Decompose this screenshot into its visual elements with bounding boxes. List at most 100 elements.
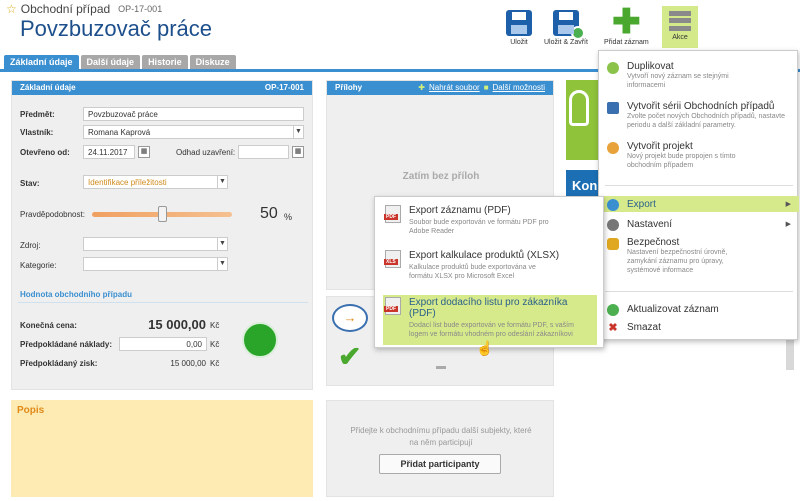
participants-panel: Přidejte k obchodnímu případu další subj… bbox=[326, 400, 554, 497]
dash bbox=[436, 366, 446, 369]
pdf-file-icon: PDF bbox=[384, 205, 401, 223]
cost-field[interactable]: 0,00 bbox=[119, 337, 207, 351]
page-title: Povzbuzovač práce bbox=[20, 16, 212, 41]
notes-panel[interactable]: Popis bbox=[11, 400, 313, 497]
project-icon bbox=[607, 142, 619, 154]
actions-button[interactable]: Akce bbox=[662, 6, 698, 48]
lightbulb-icon bbox=[569, 90, 589, 126]
menu-item-create-project[interactable]: Vytvořit projekt Nový projekt bude propoj… bbox=[599, 137, 770, 174]
owner-select[interactable]: Romana Kaprová ▼ bbox=[83, 125, 304, 139]
basic-info-header: Základní údaje OP-17-001 bbox=[12, 81, 312, 95]
notes-heading: Popis bbox=[17, 405, 45, 416]
tab-bar: Základní údaje Další údaje Historie Disk… bbox=[4, 55, 236, 69]
lock-icon bbox=[607, 238, 619, 250]
chevron-down-icon[interactable]: ▼ bbox=[293, 126, 303, 138]
refresh-icon bbox=[607, 303, 619, 316]
add-record-button[interactable]: ✚ Přidat záznam bbox=[604, 3, 649, 46]
menu-item-refresh[interactable]: Aktualizovat záznam bbox=[599, 301, 799, 317]
empty-attachments-text: Zatím bez příloh bbox=[402, 171, 480, 182]
probability-label: Pravděpodobnost: bbox=[20, 210, 85, 219]
currency-label: Kč bbox=[210, 359, 220, 368]
save-close-button[interactable]: Uložit & Zavřít bbox=[544, 10, 588, 46]
subject-label: Předmět: bbox=[20, 110, 55, 119]
close-estimate-label: Odhad uzavření: bbox=[176, 148, 236, 157]
star-icon[interactable]: ☆ bbox=[6, 2, 17, 16]
close-estimate-field[interactable] bbox=[238, 145, 289, 159]
subject-field[interactable]: Povzbuzovač práce bbox=[83, 107, 304, 121]
profit-pie-chart bbox=[242, 322, 278, 358]
hand-cursor-icon: ☝ bbox=[476, 340, 494, 356]
opened-label: Otevřeno od: bbox=[20, 148, 70, 157]
entity-type: Obchodní případ bbox=[20, 2, 111, 16]
clock-arrow-icon[interactable]: → bbox=[332, 304, 368, 332]
tab-discussion[interactable]: Diskuze bbox=[189, 55, 236, 69]
chevron-down-icon[interactable]: ▼ bbox=[217, 238, 227, 250]
chevron-right-icon: ▶ bbox=[785, 201, 791, 208]
export-submenu: PDF Export záznamu (PDF) Soubor bude expo… bbox=[374, 196, 604, 348]
menu-item-security[interactable]: Bezpečnost Nastavení bezpečnostní úrovně,… bbox=[599, 233, 765, 279]
state-select[interactable]: Identifikace příležitosti ▼ bbox=[83, 175, 228, 189]
participants-text: Přidejte k obchodnímu případu další subj… bbox=[350, 426, 532, 447]
probability-value: 50 bbox=[260, 205, 278, 222]
calendar-icon[interactable]: ▦ bbox=[292, 146, 304, 158]
export-record-pdf[interactable]: PDF Export záznamu (PDF) Soubor bude expo… bbox=[384, 205, 549, 236]
price-label: Konečná cena: bbox=[20, 321, 77, 330]
value-heading: Hodnota obchodního případu bbox=[20, 290, 132, 299]
floppy-icon bbox=[506, 10, 532, 36]
save-button[interactable]: Uložit bbox=[506, 10, 532, 46]
currency-label: Kč bbox=[210, 321, 220, 330]
divider bbox=[605, 291, 793, 292]
upload-link[interactable]: Nahrát soubor bbox=[429, 81, 480, 95]
profit-label: Předpokládaný zisk: bbox=[20, 359, 98, 368]
export-icon bbox=[607, 198, 619, 211]
menu-item-create-series[interactable]: Vytvořit sérii Obchodních případů Zvolte … bbox=[599, 97, 795, 134]
entity-breadcrumb: ☆ Obchodní případ OP-17-001 bbox=[6, 2, 162, 16]
export-delivery-note-pdf[interactable]: PDF Export dodacího listu pro zákazníka … bbox=[383, 295, 597, 345]
category-label: Kategorie: bbox=[20, 261, 57, 270]
checkmark-icon[interactable]: ✔ bbox=[338, 343, 361, 371]
tab-basic[interactable]: Základní údaje bbox=[4, 55, 79, 69]
divider bbox=[18, 302, 308, 303]
currency-label: Kč bbox=[210, 340, 220, 349]
owner-label: Vlastník: bbox=[20, 128, 54, 137]
profit-value: 15 000,00 bbox=[170, 359, 206, 368]
export-products-xlsx[interactable]: XLS Export kalkulace produktů (XLSX) Kalk… bbox=[384, 250, 559, 281]
price-value: 15 000,00 bbox=[148, 317, 206, 332]
lightbulb-widget bbox=[566, 80, 600, 160]
menu-lines-icon bbox=[669, 10, 691, 32]
upload-icon: ✚ bbox=[418, 83, 425, 92]
divider bbox=[605, 185, 793, 186]
more-options-link[interactable]: Další možnosti bbox=[493, 81, 545, 95]
plus-icon: ✚ bbox=[612, 3, 641, 41]
chevron-right-icon: ▶ bbox=[785, 221, 791, 228]
cost-label: Předpokládané náklady: bbox=[20, 340, 113, 349]
pdf-file-icon: PDF bbox=[384, 297, 401, 315]
record-code: OP-17-001 bbox=[118, 4, 163, 14]
category-select[interactable]: ▼ bbox=[83, 257, 228, 271]
menu-item-export[interactable]: Export ▶ bbox=[599, 196, 799, 212]
gear-icon bbox=[607, 218, 619, 231]
source-select[interactable]: ▼ bbox=[83, 237, 228, 251]
percent-sign: % bbox=[284, 212, 293, 222]
menu-item-delete[interactable]: ✖ Smazat bbox=[599, 319, 799, 335]
tab-more[interactable]: Další údaje bbox=[80, 55, 141, 69]
actions-menu: Duplikovat Vytvoří nový záznam se stejným… bbox=[598, 50, 799, 340]
series-icon bbox=[607, 102, 619, 114]
menu-item-settings[interactable]: Nastavení ▶ bbox=[599, 216, 799, 232]
floppy-arrow-icon bbox=[552, 10, 585, 40]
source-label: Zdroj: bbox=[20, 241, 41, 250]
calendar-icon[interactable]: ▦ bbox=[138, 146, 150, 158]
delete-x-icon: ✖ bbox=[608, 321, 618, 334]
add-participants-button[interactable]: Přidat participanty bbox=[379, 454, 501, 474]
tab-history[interactable]: Historie bbox=[142, 55, 188, 69]
attachments-heading: Přílohy bbox=[335, 83, 363, 92]
options-icon: ■ bbox=[483, 83, 489, 92]
opened-date-field[interactable]: 24.11.2017 bbox=[83, 145, 135, 159]
state-label: Stav: bbox=[20, 179, 40, 188]
chevron-down-icon[interactable]: ▼ bbox=[217, 258, 227, 270]
menu-item-duplicate[interactable]: Duplikovat Vytvoří nový záznam se stejným… bbox=[599, 57, 755, 94]
probability-slider-handle[interactable] bbox=[158, 206, 167, 222]
chevron-down-icon[interactable]: ▼ bbox=[217, 176, 227, 188]
duplicate-icon bbox=[607, 62, 619, 74]
xls-file-icon: XLS bbox=[384, 250, 401, 268]
